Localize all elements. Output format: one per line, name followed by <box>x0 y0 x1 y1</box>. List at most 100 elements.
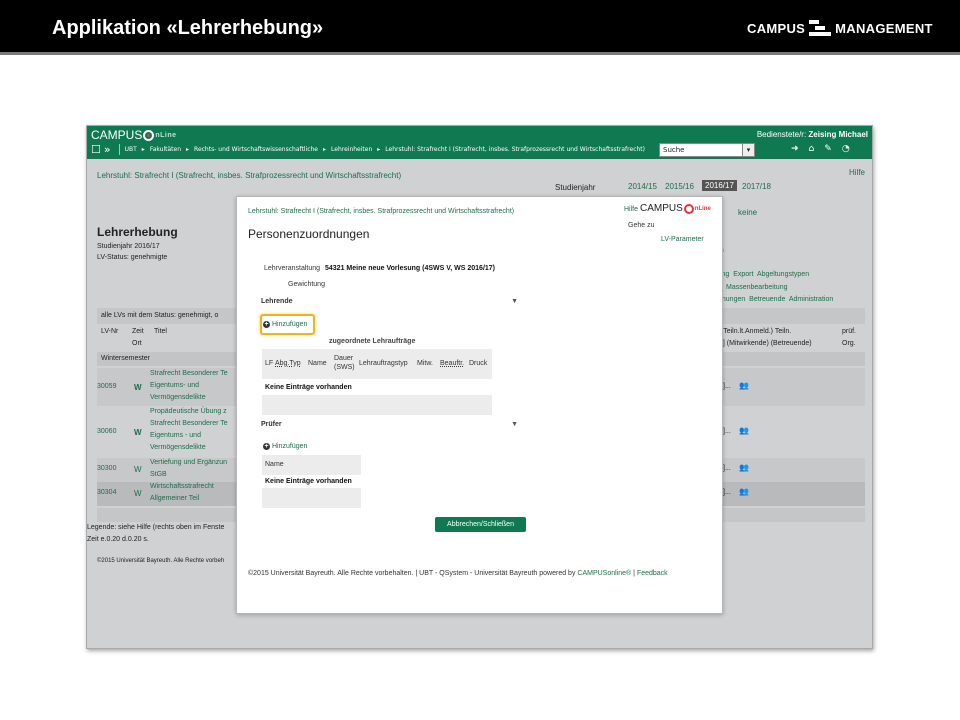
section-lehrende[interactable]: Lehrende ▼ <box>261 298 518 312</box>
people-icon[interactable]: 👥 <box>739 426 749 435</box>
row-title-line[interactable]: Vermögensdelikte <box>150 444 206 451</box>
chevron-down-icon[interactable]: ▼ <box>511 298 518 305</box>
chevron-right-icon: ▸ <box>377 146 381 153</box>
section-pruefer[interactable]: Prüfer ▼ <box>261 421 518 435</box>
empty-pruefer: Keine Einträge vorhanden <box>265 478 352 485</box>
breadcrumb-lehreinheiten[interactable]: Lehreinheiten <box>331 146 372 153</box>
search-select[interactable]: Suche ▾ <box>659 143 755 157</box>
year-2015-16[interactable]: 2015/16 <box>665 182 694 191</box>
row-title-line[interactable]: Wirtschaftsstrafrecht <box>150 483 214 490</box>
sub-heading: zugeordnete Lehraufträge <box>329 338 416 345</box>
breadcrumb-lehrstuhl[interactable]: Lehrstuhl: Strafrecht I (Strafrecht, ins… <box>385 146 645 153</box>
keine-link[interactable]: keine <box>738 208 757 217</box>
dialog-campusonline-logo: CAMPUS nLine <box>640 203 711 214</box>
link-betreuende[interactable]: Betreuende <box>749 296 785 303</box>
footer-campusonline-link[interactable]: CAMPUSonline® <box>577 570 631 577</box>
menu-box-icon[interactable]: ☐ <box>91 144 101 155</box>
row-title-line[interactable]: Propädeutische Übung z <box>150 408 227 415</box>
add-pruefer-label: Hinzufügen <box>272 443 308 450</box>
lv-parameter-link[interactable]: LV-Parameter <box>661 236 704 243</box>
lv-label: Lehrveranstaltung <box>264 265 321 272</box>
page-breadcrumb[interactable]: Lehrstuhl: Strafrecht I (Strafrecht, ins… <box>97 171 401 180</box>
row-title-line[interactable]: Vertiefung und Ergänzun <box>150 459 227 466</box>
row-title-line[interactable]: Vermögensdelikte <box>150 394 206 401</box>
right-links-1: ting Export Abgeltungstypen <box>718 271 809 278</box>
row-w: W <box>134 489 142 498</box>
breadcrumb-ubt[interactable]: UBT <box>125 146 137 153</box>
row-title-line[interactable]: StGB <box>150 471 167 478</box>
dashboard-icon[interactable]: ◔ <box>842 144 850 154</box>
page-help-link[interactable]: Hilfe <box>849 168 865 177</box>
add-pruefer-button[interactable]: + Hinzufügen <box>263 443 307 450</box>
chevron-down-icon[interactable]: ▼ <box>511 421 518 428</box>
legend-text: Legende: siehe Hilfe (rechts oben im Fen… <box>87 524 225 531</box>
pruefer-col-name: Name <box>262 455 361 475</box>
lv-value: 54321 Meine neue Vorlesung (4SWS V, WS 2… <box>325 265 496 272</box>
studienjahr-text: Studienjahr 2016/17 <box>97 243 160 250</box>
year-2014-15[interactable]: 2014/15 <box>628 182 657 191</box>
row-title-line[interactable]: Strafrecht Besonderer Te <box>150 370 228 377</box>
breadcrumb-fakultaet[interactable]: Rechts- und Wirtschaftswissenschaftliche <box>194 146 318 153</box>
row-title-line[interactable]: Allgemeiner Teil <box>150 495 199 502</box>
chevron-right-icon: ▸ <box>186 146 190 153</box>
people-icon[interactable]: 👥 <box>739 463 749 472</box>
row-ellipsis: ]... <box>723 383 731 390</box>
top-bar: CAMPUS nLine Bedienstete/r: Zeising Micha… <box>87 126 872 159</box>
row-lvnr[interactable]: 30304 <box>97 489 116 496</box>
link-abgeltungstypen[interactable]: Abgeltungstypen <box>757 271 809 278</box>
col-abg-typ[interactable]: Abg.Typ <box>275 360 301 367</box>
col-lf[interactable]: LF <box>265 360 273 367</box>
home-icon[interactable]: ⌂ <box>809 144 815 154</box>
slide-title: Applikation «Lehrerhebung» <box>52 17 324 39</box>
close-button[interactable]: Abbrechen/Schließen <box>435 517 526 532</box>
row-ellipsis: ]... <box>723 489 731 496</box>
row-lvnr[interactable]: 30059 <box>97 383 116 390</box>
people-icon[interactable]: 👥 <box>739 381 749 390</box>
logo-left-text: CAMPUS <box>747 20 806 36</box>
dialog-title: Personenzuordnungen <box>248 227 370 241</box>
filter-text: alle LVs mit dem Status: genehmigt, o <box>101 312 219 319</box>
breadcrumb-fakultaeten[interactable]: Fakultäten <box>150 146 181 153</box>
link-massenbearbeitung[interactable]: Massenbearbeitung <box>726 284 788 291</box>
dialog-footer: ©2015 Universität Bayreuth. Alle Rechte … <box>248 570 668 577</box>
col-lehrauftragstyp[interactable]: Lehrauftragstyp <box>359 360 408 367</box>
row-title-line[interactable]: Eigentums- und <box>150 382 199 389</box>
add-lehrende-label: Hinzufügen <box>272 321 308 328</box>
campusonline-logo[interactable]: CAMPUS nLine <box>91 128 177 142</box>
logout-icon[interactable]: ➜ <box>791 144 799 154</box>
chevron-down-icon[interactable]: ▾ <box>742 144 754 156</box>
forward-icon[interactable]: » <box>104 144 111 155</box>
footer-feedback-link[interactable]: Feedback <box>637 570 668 577</box>
toolbar-icons: ➜ ⌂ ✎ ◔ <box>791 144 850 154</box>
semester-label: Wintersemester <box>101 355 151 362</box>
section-pruefer-label: Prüfer <box>261 421 282 428</box>
col-pruef: prüf. <box>842 328 857 335</box>
col-mitw[interactable]: Mitw. <box>417 360 433 367</box>
row-w: W <box>134 383 142 392</box>
pruefer-col-name-label[interactable]: Name <box>265 461 284 468</box>
row-title-line[interactable]: Eigentums - und <box>150 432 201 439</box>
dialog-help-link[interactable]: Hilfe <box>624 206 638 213</box>
dialog-breadcrumb[interactable]: Lehrstuhl: Strafrecht I (Strafrecht, ins… <box>248 208 514 215</box>
link-export[interactable]: Export <box>733 271 753 278</box>
row-title-line[interactable]: Strafrecht Besonderer Te <box>150 420 228 427</box>
col-beauftr[interactable]: Beauftr. <box>440 360 464 367</box>
col-dauer[interactable]: Dauer (SWS) <box>334 354 360 372</box>
year-2017-18[interactable]: 2017/18 <box>742 182 771 191</box>
brand-text: CAMPUS <box>91 128 143 142</box>
row-lvnr[interactable]: 30300 <box>97 465 116 472</box>
empty-row-band <box>262 488 361 508</box>
user-label: Bedienstete/r: <box>756 130 807 139</box>
col-org: Org. <box>842 340 856 347</box>
edit-icon[interactable]: ✎ <box>824 144 832 154</box>
people-icon[interactable]: 👥 <box>739 487 749 496</box>
lehrauftraege-table-header: LF Abg.Typ Name Dauer (SWS) Lehrauftrags… <box>262 349 492 379</box>
year-2016-17[interactable]: 2016/17 <box>702 180 737 191</box>
personenzuordnungen-dialog: Lehrstuhl: Strafrecht I (Strafrecht, ins… <box>236 196 723 614</box>
row-lvnr[interactable]: 30060 <box>97 428 116 435</box>
row-ellipsis: ]... <box>723 428 731 435</box>
col-druck[interactable]: Druck <box>469 360 487 367</box>
col-name[interactable]: Name <box>308 360 327 367</box>
add-lehrende-button[interactable]: + Hinzufügen <box>263 321 307 328</box>
link-administration[interactable]: Administration <box>789 296 833 303</box>
